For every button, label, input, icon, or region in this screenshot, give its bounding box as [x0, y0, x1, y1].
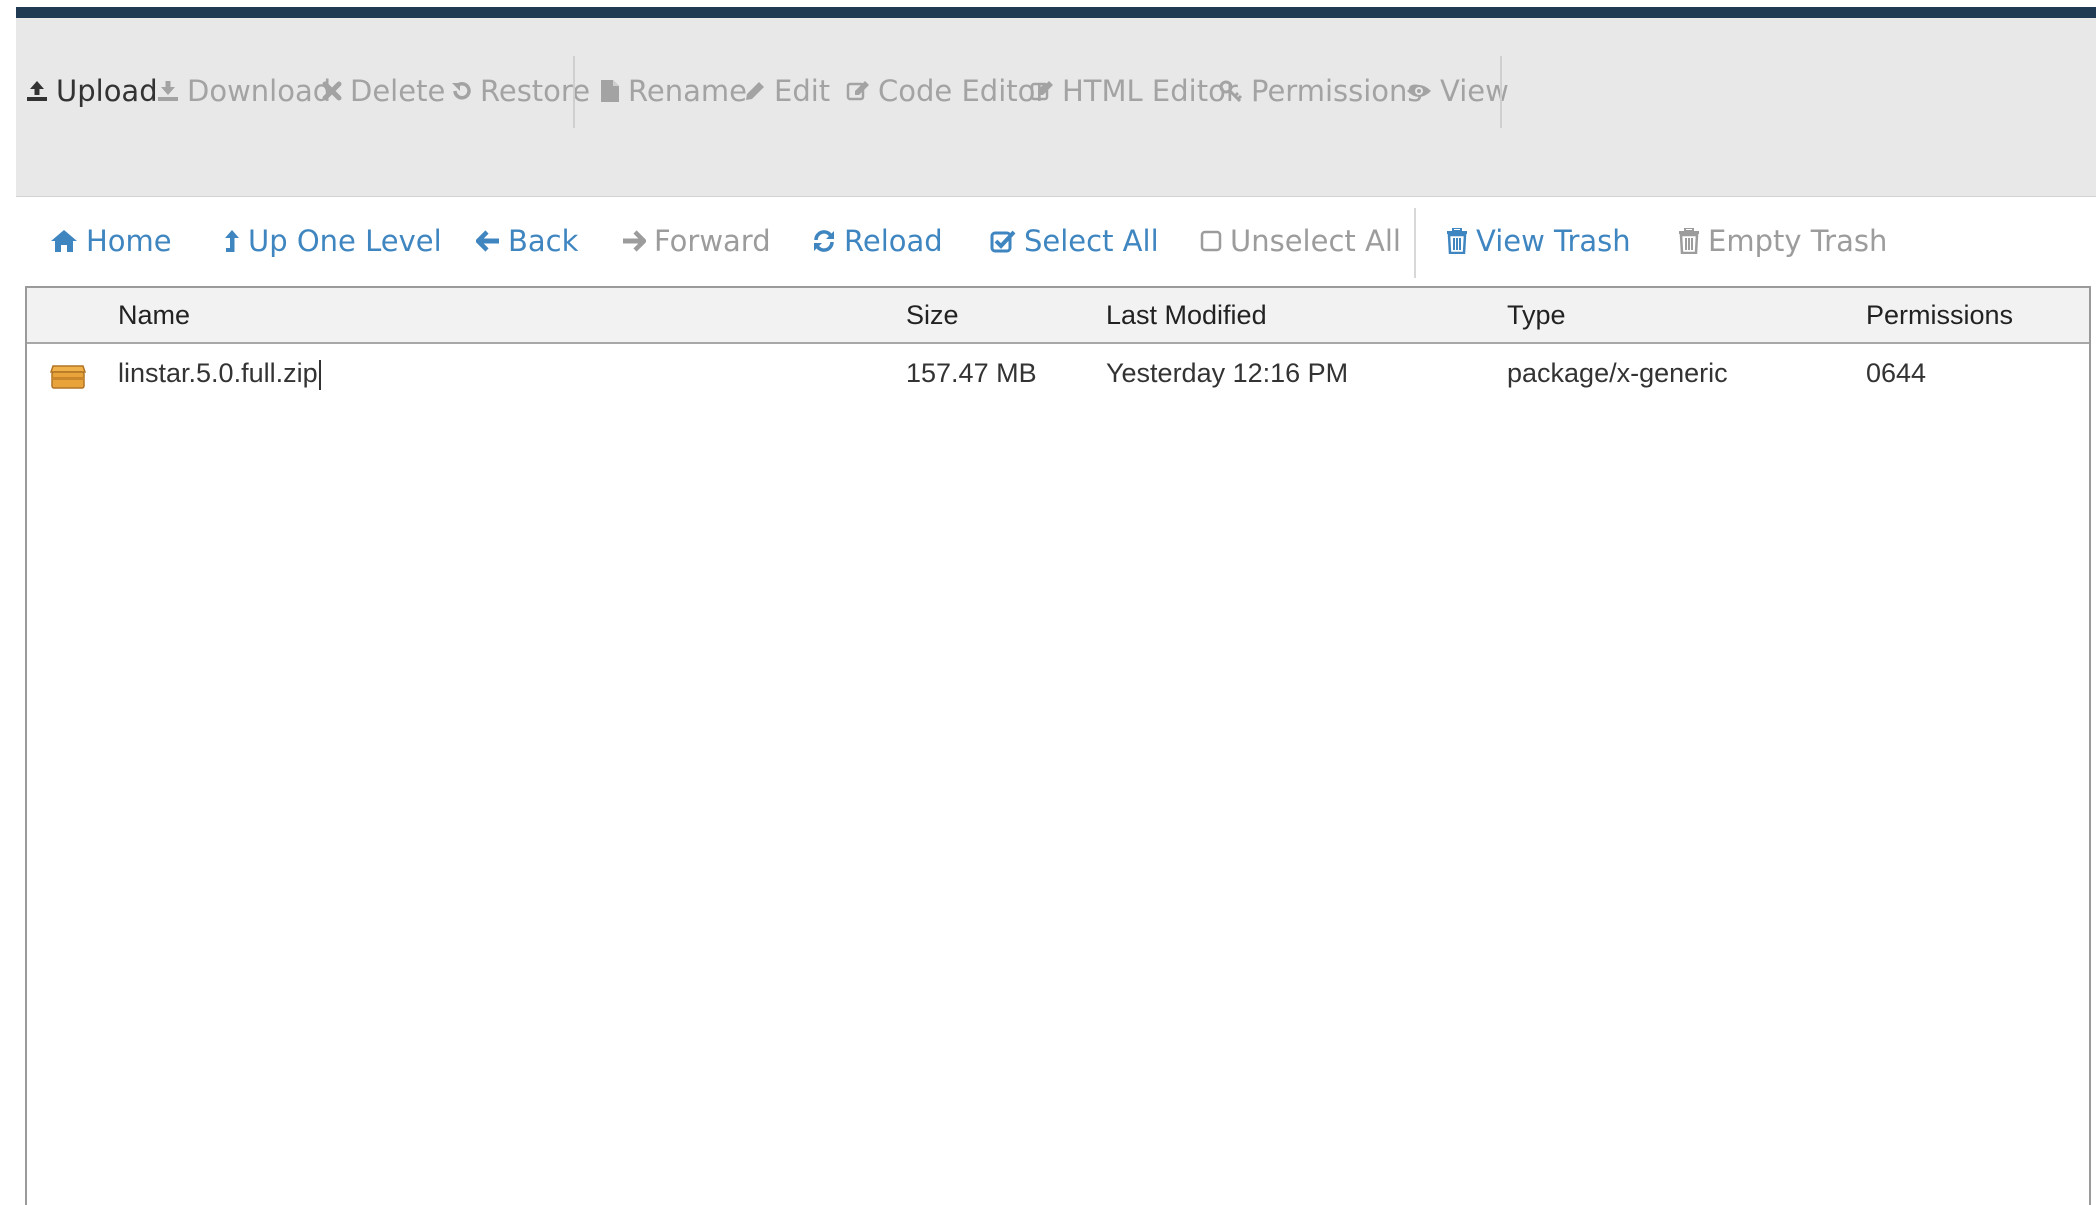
navigation-bar: Home Up One Level Back Forward Reload Se…	[16, 198, 2096, 286]
key-icon	[1219, 80, 1243, 102]
edit-button[interactable]: Edit	[744, 70, 830, 112]
column-header-name[interactable]: Name	[118, 288, 190, 342]
file-size: 157.47 MB	[906, 358, 1037, 388]
edit-square-icon	[1030, 80, 1054, 102]
edit-label: Edit	[774, 74, 831, 108]
rename-button[interactable]: Rename	[600, 70, 747, 112]
upload-icon	[26, 80, 48, 102]
delete-button[interactable]: Delete	[322, 70, 445, 112]
permissions-label: Permissions	[1251, 74, 1423, 108]
empty-square-icon	[1200, 230, 1222, 252]
column-header-last-modified[interactable]: Last Modified	[1106, 288, 1267, 342]
forward-button[interactable]: Forward	[622, 220, 771, 262]
arrow-right-icon	[622, 230, 646, 252]
permissions-button[interactable]: Permissions	[1219, 70, 1423, 112]
file-last-modified: Yesterday 12:16 PM	[1106, 358, 1349, 388]
unselect-all-button[interactable]: Unselect All	[1200, 220, 1401, 262]
top-accent-bar	[16, 7, 2096, 18]
empty-trash-button[interactable]: Empty Trash	[1678, 220, 1887, 262]
rename-label: Rename	[628, 74, 747, 108]
restore-icon	[450, 80, 472, 102]
column-header-permissions[interactable]: Permissions	[1866, 288, 2013, 342]
html-editor-label: HTML Editor	[1062, 74, 1238, 108]
download-label: Download	[187, 74, 332, 108]
package-icon	[49, 344, 87, 402]
view-trash-label: View Trash	[1476, 224, 1631, 258]
column-header-type[interactable]: Type	[1507, 288, 1566, 342]
restore-button[interactable]: Restore	[450, 70, 590, 112]
trash-icon	[1446, 228, 1468, 254]
text-cursor	[318, 359, 321, 390]
level-up-icon	[224, 229, 240, 253]
code-editor-button[interactable]: Code Editor	[846, 70, 1047, 112]
file-name[interactable]: linstar.5.0.full.zip	[118, 344, 321, 402]
eye-icon	[1406, 82, 1432, 100]
checked-square-icon	[990, 229, 1016, 253]
back-label: Back	[508, 224, 579, 258]
toolbar-divider	[573, 56, 575, 128]
close-icon	[322, 81, 342, 101]
column-header-size[interactable]: Size	[906, 288, 959, 342]
table-header: Name Size Last Modified Type Permissions	[27, 288, 2089, 344]
arrow-left-icon	[476, 230, 500, 252]
code-editor-label: Code Editor	[878, 74, 1048, 108]
select-all-button[interactable]: Select All	[990, 220, 1159, 262]
delete-label: Delete	[350, 74, 446, 108]
unselect-all-label: Unselect All	[1230, 224, 1401, 258]
nav-divider	[1414, 208, 1416, 278]
view-button[interactable]: View	[1406, 70, 1509, 112]
view-trash-button[interactable]: View Trash	[1446, 220, 1631, 262]
upload-button[interactable]: Upload	[26, 70, 158, 112]
home-button[interactable]: Home	[50, 220, 172, 262]
file-list-table: Name Size Last Modified Type Permissions…	[25, 286, 2091, 1205]
back-button[interactable]: Back	[476, 220, 578, 262]
html-editor-button[interactable]: HTML Editor	[1030, 70, 1238, 112]
refresh-icon	[812, 229, 836, 253]
file-type: package/x-generic	[1507, 358, 1728, 388]
download-button[interactable]: Download	[157, 70, 331, 112]
home-label: Home	[86, 224, 172, 258]
table-row[interactable]: linstar.5.0.full.zip 157.47 MB Yesterday…	[27, 344, 2089, 402]
up-one-level-button[interactable]: Up One Level	[224, 220, 442, 262]
empty-trash-label: Empty Trash	[1708, 224, 1888, 258]
view-label: View	[1440, 74, 1509, 108]
reload-label: Reload	[844, 224, 943, 258]
upload-label: Upload	[56, 74, 158, 108]
file-name-text: linstar.5.0.full.zip	[118, 358, 318, 388]
download-icon	[157, 80, 179, 102]
pencil-icon	[744, 80, 766, 102]
file-permissions: 0644	[1866, 358, 1927, 388]
select-all-label: Select All	[1024, 224, 1159, 258]
action-toolbar: Upload Download Delete Restore Rename Ed…	[16, 18, 2096, 197]
file-icon	[600, 79, 620, 103]
edit-square-icon	[846, 80, 870, 102]
reload-button[interactable]: Reload	[812, 220, 943, 262]
home-icon	[50, 229, 78, 253]
toolbar-divider	[1500, 56, 1502, 128]
forward-label: Forward	[654, 224, 771, 258]
up-one-level-label: Up One Level	[248, 224, 442, 258]
trash-icon	[1678, 228, 1700, 254]
